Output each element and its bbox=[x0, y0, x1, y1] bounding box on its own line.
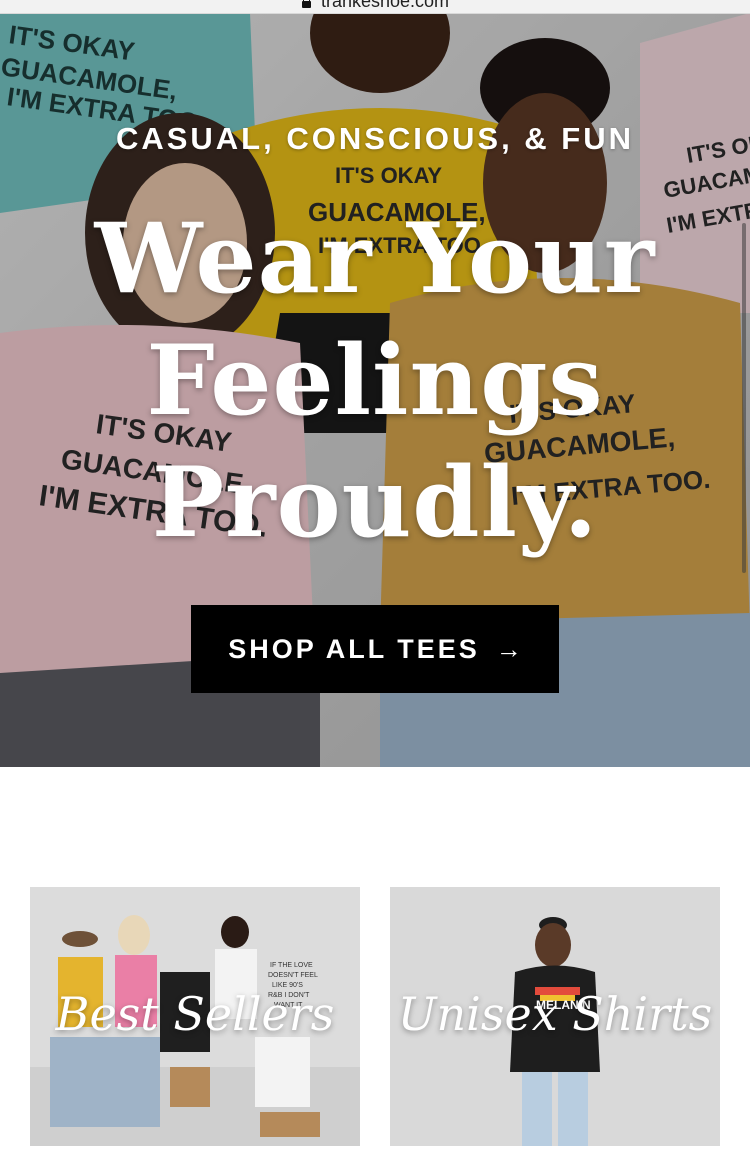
hero-title-line: Feelings bbox=[146, 324, 604, 437]
collection-tile-best-sellers[interactable]: IF THE LOVE DOESN'T FEEL LIKE 90'S R&B I… bbox=[30, 887, 360, 1146]
hero-title: Wear Your Feelings Proudly. bbox=[0, 198, 750, 564]
hero-kicker: CASUAL, CONSCIOUS, & FUN bbox=[115, 121, 635, 156]
arrow-right-icon: → bbox=[495, 633, 522, 664]
lock-icon bbox=[301, 0, 311, 8]
hero-title-line: Wear Your bbox=[94, 202, 656, 315]
browser-url-bar[interactable]: trankeshoe.com bbox=[0, 0, 750, 14]
collection-tile-unisex-shirts[interactable]: MELANIN Unisex Shirts bbox=[390, 887, 720, 1146]
unisex-shirts-label: Unisex Shirts bbox=[397, 987, 713, 1041]
tile-shirt-text: DOESN'T FEEL bbox=[268, 972, 318, 979]
hero-title-line: Proudly. bbox=[151, 446, 599, 559]
shop-all-tees-label: SHOP ALL TEES bbox=[228, 633, 480, 664]
shop-all-tees-button[interactable]: SHOP ALL TEES → bbox=[191, 605, 559, 693]
hero-banner: IT'S OKAY GUACAMOLE, I'M EXTRA TOO. IT'S… bbox=[0, 13, 750, 767]
url-text: trankeshoe.com bbox=[320, 0, 450, 11]
best-sellers-label: Best Sellers bbox=[55, 987, 335, 1041]
tile-shirt-text: IF THE LOVE bbox=[270, 962, 313, 969]
